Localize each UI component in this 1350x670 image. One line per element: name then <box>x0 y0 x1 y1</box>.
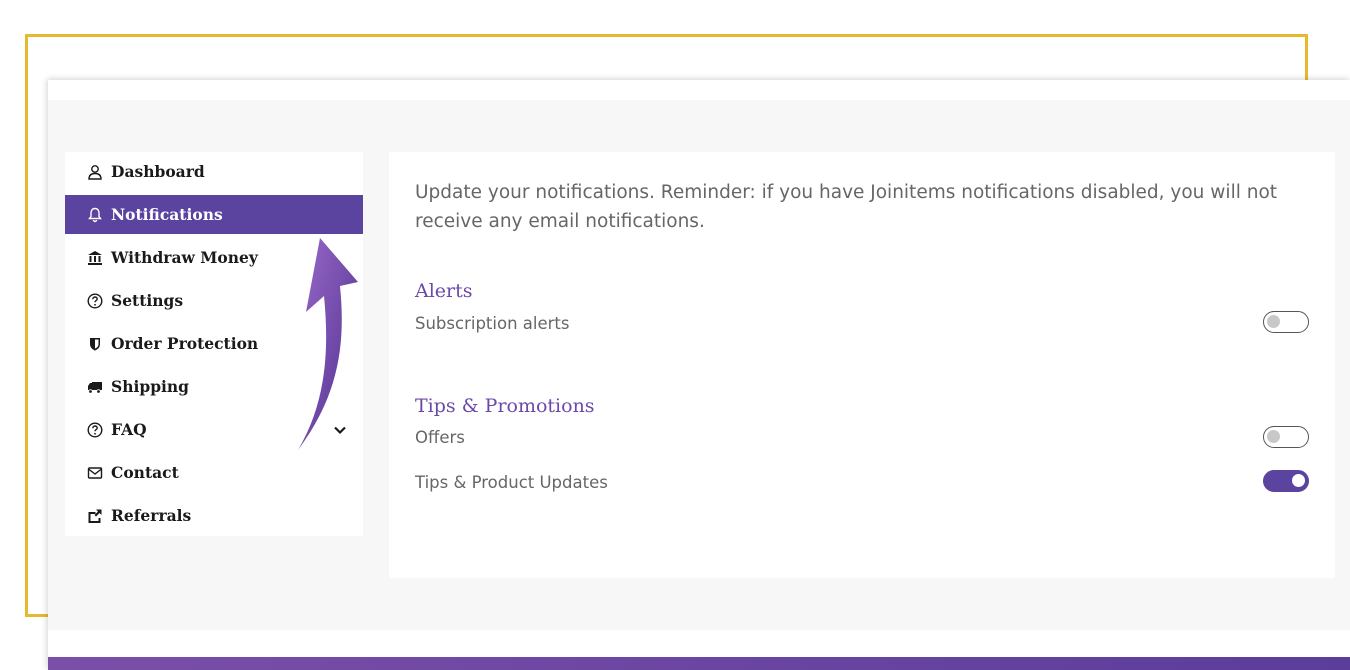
user-icon <box>86 163 104 181</box>
sidebar-item-notifications[interactable]: Notifications <box>65 195 363 234</box>
truck-icon <box>86 378 104 396</box>
sidebar-item-label: Withdraw Money <box>111 248 258 267</box>
sidebar-item-contact[interactable]: Contact <box>65 453 363 492</box>
sidebar-item-label: Notifications <box>111 205 223 224</box>
panel-body: Dashboard Notifications Withdraw Money S… <box>48 100 1350 630</box>
bell-icon <box>86 206 104 224</box>
tips-product-updates-toggle[interactable] <box>1263 470 1309 492</box>
sidebar-item-label: FAQ <box>111 420 147 439</box>
sidebar-item-label: Dashboard <box>111 162 205 181</box>
sidebar-item-label: Contact <box>111 463 179 482</box>
intro-text: Update your notifications. Reminder: if … <box>415 182 1278 232</box>
toggle-knob <box>1292 474 1305 487</box>
envelope-icon <box>86 464 104 482</box>
sidebar-item-label: Order Protection <box>111 334 259 353</box>
section-title-alerts: Alerts <box>415 280 473 302</box>
settings-panel: Dashboard Notifications Withdraw Money S… <box>48 80 1350 670</box>
sidebar-item-label: Shipping <box>111 377 190 396</box>
option-label-offers: Offers <box>415 428 465 447</box>
subscription-alerts-toggle[interactable] <box>1263 311 1309 333</box>
option-label-subscription-alerts: Subscription alerts <box>415 314 570 333</box>
sidebar-item-label: Settings <box>111 291 184 310</box>
pointer-arrow-icon <box>298 238 358 450</box>
bank-icon <box>86 249 104 267</box>
footer-bar <box>48 657 1350 670</box>
sidebar-item-label: Referrals <box>111 506 192 525</box>
sidebar-item-dashboard[interactable]: Dashboard <box>65 152 363 191</box>
toggle-knob <box>1267 315 1280 328</box>
section-title-tips-promotions: Tips & Promotions <box>415 395 595 417</box>
question-circle-icon <box>86 292 104 310</box>
shield-icon <box>86 335 104 353</box>
option-label-tips-product-updates: Tips & Product Updates <box>415 473 608 492</box>
question-circle-icon <box>86 421 104 439</box>
share-icon <box>86 507 104 525</box>
toggle-knob <box>1267 430 1280 443</box>
notifications-card: Update your notifications. Reminder: if … <box>389 152 1335 578</box>
sidebar-item-referrals[interactable]: Referrals <box>65 496 363 535</box>
offers-toggle[interactable] <box>1263 426 1309 448</box>
